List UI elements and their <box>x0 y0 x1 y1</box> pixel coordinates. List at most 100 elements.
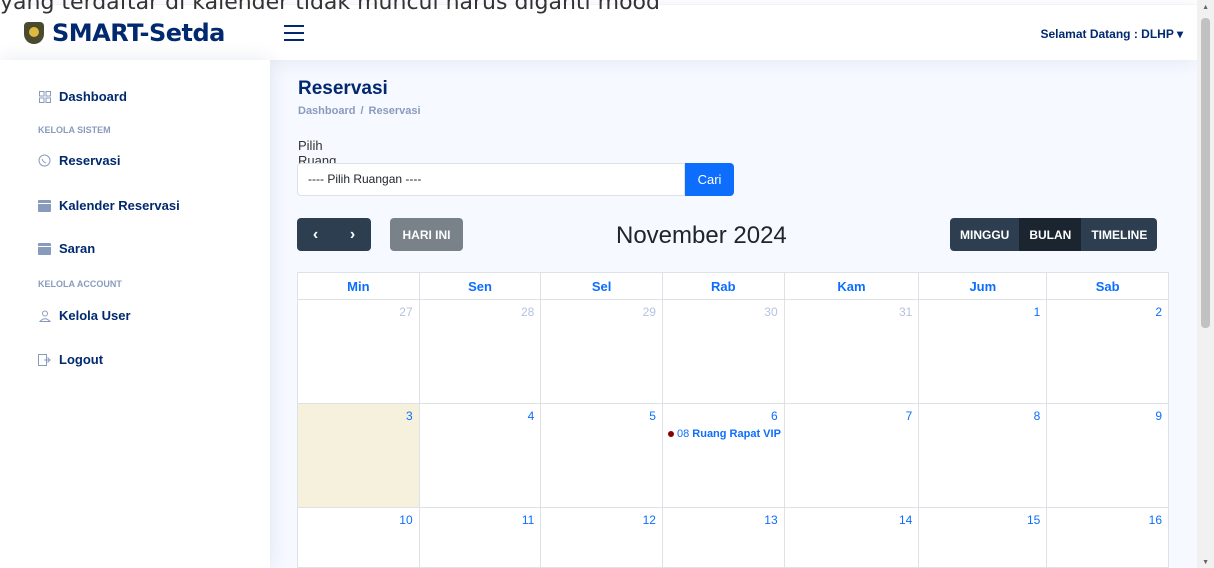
day-number: 3 <box>405 409 413 423</box>
day-cell[interactable]: 2 <box>1046 299 1169 404</box>
calendar-title: November 2024 <box>616 222 787 249</box>
day-number: 14 <box>898 513 913 527</box>
sidebar-item-reservasi[interactable]: Reservasi <box>38 153 120 168</box>
app-name: SMART-Setda <box>52 19 225 47</box>
weekday-header: Sel <box>540 272 663 300</box>
day-cell[interactable]: 31 <box>783 299 920 404</box>
sidebar-item-saran[interactable]: Saran <box>38 241 95 256</box>
event-time: 08 <box>676 428 690 440</box>
day-number: 4 <box>527 409 535 423</box>
grid-icon <box>38 90 51 103</box>
sidebar: Dashboard KELOLA SISTEM Reservasi Kalend… <box>0 60 270 568</box>
day-number: 28 <box>520 305 535 319</box>
day-number: 27 <box>399 305 413 319</box>
day-cell[interactable]: 10 <box>297 507 420 568</box>
chevron-left-icon: ‹ <box>312 225 319 243</box>
scroll-up-icon[interactable]: ▲ <box>1202 4 1209 11</box>
day-cell[interactable]: 29 <box>540 299 663 404</box>
page-scrollbar[interactable]: ▲ ▼ <box>1197 0 1214 568</box>
breadcrumb-dashboard[interactable]: Dashboard <box>298 105 355 117</box>
view-timeline-button[interactable]: TIMELINE <box>1081 218 1158 251</box>
day-cell[interactable]: 14 <box>783 507 920 568</box>
welcome-text: Selamat Datang : DLHP <box>1040 27 1174 41</box>
day-number: 12 <box>642 513 656 527</box>
sidebar-item-kalender-reservasi[interactable]: Kalender Reservasi <box>38 198 180 213</box>
day-number: 1 <box>1033 305 1041 319</box>
day-cell[interactable]: 8 <box>918 403 1048 508</box>
view-week-button[interactable]: MINGGU <box>950 218 1020 251</box>
day-cell[interactable]: 5 <box>540 403 663 508</box>
calendar-event[interactable]: 08 Ruang Rapat VIP <box>667 428 781 440</box>
sidebar-item-label: Kalender Reservasi <box>59 198 180 213</box>
day-number: 2 <box>1155 305 1162 319</box>
day-number: 9 <box>1155 409 1162 423</box>
day-number: 11 <box>521 513 535 527</box>
day-cell[interactable]: 27 <box>297 299 420 404</box>
day-number: 31 <box>898 305 913 319</box>
search-button[interactable]: Cari <box>685 163 734 196</box>
next-month-button[interactable]: › <box>334 218 371 251</box>
overlay-caption: yang terdaftar di kalender tidak muncul … <box>0 0 660 15</box>
scroll-thumb[interactable] <box>1201 18 1210 328</box>
page-title: Reservasi <box>298 78 388 99</box>
day-cell[interactable]: 6 08 Ruang Rapat VIP <box>661 403 785 508</box>
calendar-grid: Min Sen Sel Rab Kam Jum Sab 27 28 29 30 … <box>297 272 1169 568</box>
view-switcher: MINGGU BULAN TIMELINE <box>950 218 1158 251</box>
weekday-header: Sen <box>418 272 542 300</box>
day-number: 15 <box>1026 513 1041 527</box>
day-cell[interactable]: 16 <box>1046 507 1169 568</box>
logo-badge-icon <box>24 22 44 44</box>
room-select[interactable]: ---- Pilih Ruangan ---- <box>297 163 685 196</box>
weekday-header: Rab <box>661 272 785 300</box>
breadcrumb-separator: / <box>360 105 364 117</box>
day-number: 13 <box>764 513 778 527</box>
day-cell[interactable]: 9 <box>1046 403 1169 508</box>
sidebar-item-logout[interactable]: Logout <box>38 352 103 367</box>
day-cell-today[interactable]: 3 <box>297 403 420 508</box>
calendar-icon <box>38 242 51 255</box>
whatsapp-icon <box>38 154 51 167</box>
day-cell[interactable]: 13 <box>661 507 785 568</box>
day-cell[interactable]: 1 <box>918 299 1048 404</box>
day-cell[interactable]: 30 <box>661 299 785 404</box>
user-icon <box>38 309 51 322</box>
calendar-nav: ‹ › <box>297 218 371 251</box>
day-number: 7 <box>905 409 913 423</box>
logo[interactable]: SMART-Setda <box>24 19 225 47</box>
day-cell[interactable]: 15 <box>918 507 1048 568</box>
chevron-right-icon: › <box>349 225 356 243</box>
weekday-header: Kam <box>783 272 920 300</box>
sidebar-item-label: Saran <box>59 241 96 256</box>
weekday-header: Sab <box>1046 272 1169 300</box>
day-number: 30 <box>764 305 778 319</box>
sidebar-item-kelola-user[interactable]: Kelola User <box>38 308 131 323</box>
day-cell[interactable]: 4 <box>418 403 542 508</box>
calendar-icon <box>38 199 51 212</box>
event-title: Ruang Rapat VIP <box>692 428 781 440</box>
today-button[interactable]: HARI INI <box>390 218 463 251</box>
day-number: 16 <box>1148 513 1162 527</box>
chevron-down-icon: ▾ <box>1176 27 1183 41</box>
day-cell[interactable]: 7 <box>783 403 920 508</box>
breadcrumb: Dashboard / Reservasi <box>298 105 421 117</box>
sidebar-item-dashboard[interactable]: Dashboard <box>38 89 127 104</box>
logout-icon <box>38 353 51 366</box>
day-number: 29 <box>642 305 656 319</box>
day-number: 8 <box>1033 409 1041 423</box>
view-month-button[interactable]: BULAN <box>1019 218 1082 251</box>
day-cell[interactable]: 12 <box>540 507 663 568</box>
scroll-down-icon[interactable]: ▼ <box>1202 559 1209 566</box>
weekday-header: Jum <box>918 272 1048 300</box>
nav-heading-kelola-account: KELOLA ACCOUNT <box>38 279 122 289</box>
day-cell[interactable]: 28 <box>418 299 542 404</box>
day-number: 6 <box>770 409 778 423</box>
prev-month-button[interactable]: ‹ <box>297 218 334 251</box>
sidebar-item-label: Reservasi <box>59 153 121 168</box>
day-number: 10 <box>399 513 413 527</box>
user-menu[interactable]: Selamat Datang : DLHP ▾ <box>1040 27 1183 41</box>
sidebar-item-label: Kelola User <box>59 308 131 323</box>
menu-toggle-icon[interactable] <box>284 25 304 41</box>
weekday-header: Min <box>297 272 420 300</box>
day-cell[interactable]: 11 <box>418 507 542 568</box>
sidebar-item-label: Logout <box>59 352 104 367</box>
